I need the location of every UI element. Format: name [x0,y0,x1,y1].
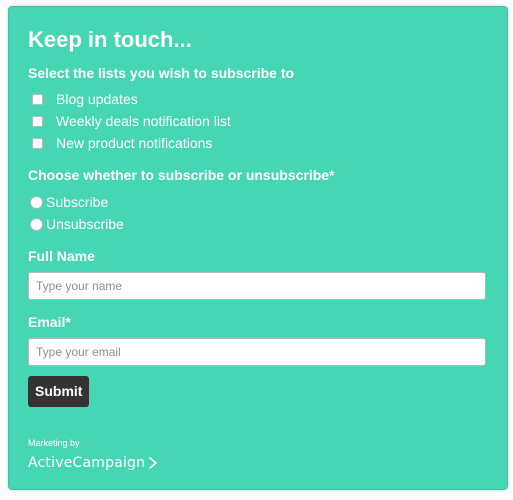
list-option-weekly-deals[interactable]: Weekly deals notification list [32,111,231,131]
full-name-label: Full Name [28,248,95,264]
list-option-new-product[interactable]: New product notifications [32,133,212,153]
unsubscribe-radio-label: Unsubscribe [46,216,124,232]
new-product-label: New product notifications [56,135,213,151]
weekly-deals-checkbox[interactable] [32,115,43,127]
chevron-right-icon [148,456,158,470]
unsubscribe-radio[interactable] [30,217,43,231]
blog-updates-label: Blog updates [56,91,138,107]
subscribe-radio[interactable] [30,195,43,209]
subscribe-choice-label: Choose whether to subscribe or unsubscri… [28,167,335,183]
email-label: Email* [28,314,71,330]
lists-label: Select the lists you wish to subscribe t… [28,65,295,81]
submit-button[interactable]: Submit [28,376,90,407]
weekly-deals-label: Weekly deals notification list [56,113,231,129]
unsubscribe-option[interactable]: Unsubscribe [30,214,124,234]
full-name-input[interactable] [28,272,486,300]
subscribe-option[interactable]: Subscribe [30,192,108,212]
email-input[interactable] [28,338,486,366]
subscribe-radio-label: Subscribe [46,194,109,210]
subscribe-form: Keep in touch... Select the lists you wi… [8,6,508,490]
new-product-checkbox[interactable] [32,137,43,149]
list-option-blog-updates[interactable]: Blog updates [32,89,138,109]
form-title: Keep in touch... [28,27,192,52]
activecampaign-logo-text: ActiveCampaign [28,455,146,471]
blog-updates-checkbox[interactable] [32,93,43,105]
activecampaign-link[interactable]: ActiveCampaign [28,454,158,472]
marketing-by-text: Marketing by [28,438,80,448]
